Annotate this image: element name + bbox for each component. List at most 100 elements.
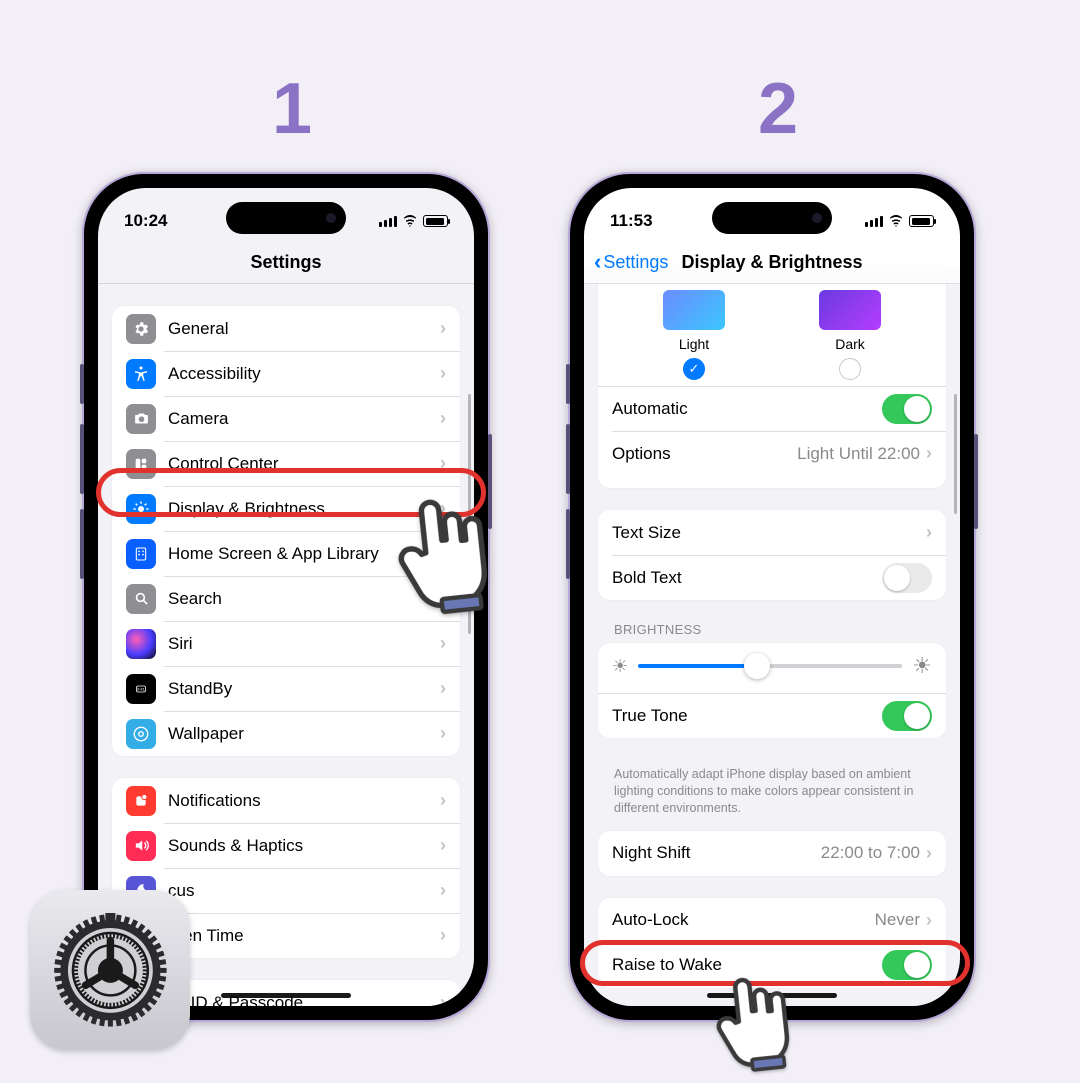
section-header-brightness: BRIGHTNESS [598, 622, 946, 643]
dark-thumbnail [819, 290, 881, 330]
row-label: Wallpaper [168, 724, 440, 744]
sun-large-icon: ☀︎ [912, 653, 932, 679]
row-label: Options [612, 444, 797, 464]
row-true-tone[interactable]: True Tone [598, 693, 946, 738]
row-label: Bold Text [612, 568, 882, 588]
radio-checked-icon[interactable]: ✓ [683, 358, 705, 380]
camera-icon [126, 404, 156, 434]
control-center-icon [126, 449, 156, 479]
wallpaper-icon [126, 719, 156, 749]
chevron-right-icon: › [440, 835, 446, 856]
tap-cursor-icon [694, 961, 811, 1078]
row-camera[interactable]: Camera › [112, 396, 460, 441]
battery-icon [423, 215, 448, 227]
nav-title: Display & Brightness [681, 252, 862, 273]
wifi-icon [888, 215, 904, 227]
status-time: 10:24 [124, 211, 167, 231]
switch-on[interactable] [882, 950, 932, 980]
tap-cursor-icon [372, 480, 515, 623]
appearance-label: Dark [819, 336, 881, 352]
nav-header: ‹ Settings Display & Brightness [584, 242, 960, 284]
row-label: Night Shift [612, 843, 821, 863]
row-text-size[interactable]: Text Size › [598, 510, 946, 555]
row-night-shift[interactable]: Night Shift 22:00 to 7:00 › [598, 831, 946, 876]
search-icon [126, 584, 156, 614]
row-detail: Light Until 22:00 [797, 444, 920, 464]
row-label: Accessibility [168, 364, 440, 384]
back-label: Settings [603, 252, 668, 273]
switch-on[interactable] [882, 701, 932, 731]
home-indicator[interactable] [221, 993, 351, 998]
true-tone-footnote: Automatically adapt iPhone display based… [598, 760, 946, 831]
brightness-slider[interactable] [638, 664, 902, 668]
standby-icon: 9:41 [126, 674, 156, 704]
chevron-left-icon: ‹ [594, 249, 601, 275]
dynamic-island [226, 202, 346, 234]
chevron-right-icon: › [440, 790, 446, 811]
chevron-right-icon: › [440, 363, 446, 384]
settings-app-icon [30, 890, 190, 1050]
row-label: Auto-Lock [612, 910, 875, 930]
chevron-right-icon: › [440, 678, 446, 699]
accessibility-icon [126, 359, 156, 389]
chevron-right-icon: › [926, 443, 932, 464]
dynamic-island [712, 202, 832, 234]
switch-on[interactable] [882, 394, 932, 424]
row-label: Camera [168, 409, 440, 429]
row-label: True Tone [612, 706, 882, 726]
radio-unchecked-icon[interactable] [839, 358, 861, 380]
row-control-center[interactable]: Control Center › [112, 441, 460, 486]
row-label: Text Size [612, 523, 926, 543]
chevron-right-icon: › [440, 723, 446, 744]
switch-off[interactable] [882, 563, 932, 593]
chevron-right-icon: › [440, 925, 446, 946]
cellular-icon [379, 215, 397, 227]
row-standby[interactable]: 9:41 StandBy › [112, 666, 460, 711]
appearance-light[interactable]: Light ✓ [663, 290, 725, 380]
chevron-right-icon: › [440, 453, 446, 474]
step-number-1: 1 [272, 68, 312, 150]
cellular-icon [865, 215, 883, 227]
row-label: StandBy [168, 679, 440, 699]
row-label: reen Time [168, 926, 440, 946]
row-notifications[interactable]: Notifications › [112, 778, 460, 823]
row-auto-lock[interactable]: Auto-Lock Never › [598, 898, 946, 943]
row-label: Control Center [168, 454, 440, 474]
wifi-icon [402, 215, 418, 227]
row-sounds[interactable]: Sounds & Haptics › [112, 823, 460, 868]
sun-small-icon: ☀︎ [612, 656, 628, 677]
scroll-indicator[interactable] [954, 394, 957, 514]
battery-icon [909, 215, 934, 227]
chevron-right-icon: › [440, 992, 446, 1006]
row-label: Notifications [168, 791, 440, 811]
row-automatic[interactable]: Automatic [598, 386, 946, 431]
siri-icon [126, 629, 156, 659]
row-wallpaper[interactable]: Wallpaper › [112, 711, 460, 756]
nav-title: Settings [250, 252, 321, 273]
chevron-right-icon: › [440, 633, 446, 654]
svg-text:9:41: 9:41 [137, 686, 146, 691]
row-general[interactable]: General › [112, 306, 460, 351]
chevron-right-icon: › [926, 843, 932, 864]
row-label: Siri [168, 634, 440, 654]
gear-icon [126, 314, 156, 344]
row-detail: 22:00 to 7:00 [821, 843, 920, 863]
row-siri[interactable]: Siri › [112, 621, 460, 666]
sounds-icon [126, 831, 156, 861]
row-bold-text[interactable]: Bold Text [598, 555, 946, 600]
appearance-dark[interactable]: Dark [819, 290, 881, 380]
brightness-icon [126, 494, 156, 524]
chevron-right-icon: › [440, 880, 446, 901]
status-time: 11:53 [610, 211, 653, 231]
nav-header: Settings [98, 242, 474, 284]
row-label: Automatic [612, 399, 882, 419]
chevron-right-icon: › [926, 522, 932, 543]
row-accessibility[interactable]: Accessibility › [112, 351, 460, 396]
row-detail: Never [875, 910, 920, 930]
brightness-slider-row: ☀︎ ☀︎ [598, 643, 946, 693]
row-options[interactable]: Options Light Until 22:00 › [598, 431, 946, 476]
notifications-icon [126, 786, 156, 816]
back-button[interactable]: ‹ Settings [594, 251, 668, 275]
chevron-right-icon: › [440, 318, 446, 339]
chevron-right-icon: › [926, 910, 932, 931]
